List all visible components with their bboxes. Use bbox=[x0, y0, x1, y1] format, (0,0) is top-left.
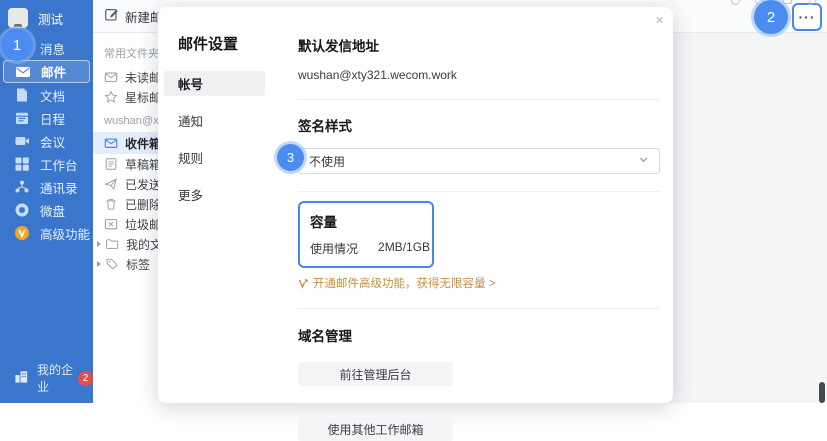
mail-icon bbox=[15, 64, 31, 80]
sidebar-nav: 消息 邮件 文档 日程 bbox=[0, 37, 93, 244]
building-icon bbox=[14, 369, 29, 387]
tag-icon bbox=[105, 257, 119, 271]
settings-tab-more[interactable]: 更多 bbox=[164, 182, 265, 207]
doc-icon bbox=[14, 87, 30, 103]
tab-label: 更多 bbox=[178, 185, 203, 204]
settings-tab-account[interactable]: 帐号 bbox=[164, 71, 265, 96]
tab-label: 帐号 bbox=[178, 74, 203, 93]
annotation-step-1: 1 bbox=[1, 29, 33, 61]
folder-label: 已删除 bbox=[125, 196, 161, 213]
sidebar-item-label: 微盘 bbox=[40, 201, 65, 220]
upgrade-premium-link[interactable]: 开通邮件高级功能，获得无限容量 > bbox=[298, 275, 660, 291]
sent-icon bbox=[104, 177, 118, 191]
more-icon: ··· bbox=[799, 9, 816, 25]
mail-settings-modal: × 邮件设置 帐号 通知 规则 更多 默认发信地址 wushan@xty321.… bbox=[158, 7, 673, 403]
signature-heading: 签名样式 bbox=[298, 115, 660, 135]
settings-tab-notifications[interactable]: 通知 bbox=[164, 108, 265, 133]
sidebar-item-mail[interactable]: 邮件 bbox=[3, 60, 90, 83]
divider bbox=[298, 99, 660, 100]
sidebar-item-premium-features[interactable]: 高级功能 bbox=[0, 222, 93, 244]
divider bbox=[298, 403, 660, 404]
more-options-button[interactable]: ··· bbox=[792, 3, 822, 31]
sidebar-item-label: 日程 bbox=[40, 109, 65, 128]
draft-icon bbox=[104, 157, 118, 171]
star-icon bbox=[104, 90, 118, 104]
workbench-icon bbox=[14, 156, 30, 172]
clipped-toolbar-icon bbox=[731, 0, 740, 5]
settings-tab-rules[interactable]: 规则 bbox=[164, 145, 265, 170]
company-notification-badge: 2 bbox=[78, 371, 93, 386]
usage-value: 2MB/1GB bbox=[378, 240, 430, 257]
sidebar-item-workbench[interactable]: 工作台 bbox=[0, 153, 93, 175]
capacity-heading: 容量 bbox=[310, 211, 432, 231]
folder-icon bbox=[105, 237, 119, 251]
use-other-work-mail-button[interactable]: 使用其他工作邮箱 bbox=[298, 417, 453, 441]
compose-icon bbox=[104, 7, 119, 25]
settings-body: 默认发信地址 wushan@xty321.wecom.work 签名样式 不使用… bbox=[273, 7, 673, 403]
annotation-step-3: 3 bbox=[277, 144, 304, 171]
tab-label: 规则 bbox=[178, 148, 203, 167]
upgrade-link-text: 开通邮件高级功能，获得无限容量 > bbox=[313, 275, 495, 291]
app-screen: 测试 消息 邮件 bbox=[0, 0, 827, 410]
unread-mail-icon bbox=[104, 70, 118, 84]
folder-label: 已发送 bbox=[125, 176, 161, 193]
sidebar-item-label: 高级功能 bbox=[40, 224, 90, 243]
premium-icon bbox=[14, 225, 30, 241]
domain-heading: 域名管理 bbox=[298, 325, 660, 345]
caret-right-icon bbox=[97, 261, 101, 267]
calendar-icon bbox=[14, 110, 30, 126]
junk-mail-icon bbox=[104, 217, 118, 231]
chevron-down-icon bbox=[638, 154, 649, 168]
signature-style-select[interactable]: 不使用 bbox=[298, 148, 660, 174]
sidebar-item-label: 文档 bbox=[40, 86, 65, 105]
sidebar-item-docs[interactable]: 文档 bbox=[0, 84, 93, 106]
default-address-value: wushan@xty321.wecom.work bbox=[298, 68, 660, 82]
folder-label: 草稿箱 bbox=[125, 156, 161, 173]
divider bbox=[298, 308, 660, 309]
caret-right-icon bbox=[97, 241, 101, 247]
divider bbox=[298, 191, 660, 192]
close-icon[interactable]: × bbox=[655, 13, 664, 28]
workspace-avatar[interactable] bbox=[8, 8, 28, 28]
selected-option: 不使用 bbox=[309, 153, 345, 170]
inbox-icon bbox=[104, 136, 118, 150]
folder-label: 收件箱 bbox=[125, 135, 161, 152]
premium-upgrade-icon bbox=[298, 278, 309, 289]
default-address-heading: 默认发信地址 bbox=[298, 35, 660, 55]
sidebar-item-label: 消息 bbox=[40, 39, 65, 58]
trash-icon bbox=[104, 197, 118, 211]
tab-label: 通知 bbox=[178, 111, 203, 130]
settings-nav: 邮件设置 帐号 通知 规则 更多 bbox=[158, 7, 273, 403]
scrollbar-thumb[interactable] bbox=[819, 382, 825, 403]
annotation-step-2: 2 bbox=[754, 0, 788, 34]
topbar-right: ··· bbox=[792, 0, 822, 33]
sidebar-item-label: 会议 bbox=[40, 132, 65, 151]
go-admin-console-button[interactable]: 前往管理后台 bbox=[298, 362, 453, 386]
sidebar-item-my-company[interactable]: 我的企业 2 bbox=[0, 361, 93, 395]
folder-label: 标签 bbox=[126, 256, 150, 273]
my-company-label: 我的企业 bbox=[37, 361, 73, 395]
sidebar-item-label: 邮件 bbox=[41, 62, 66, 81]
contacts-icon bbox=[14, 179, 30, 195]
usage-label: 使用情况 bbox=[310, 240, 358, 257]
meeting-icon bbox=[14, 133, 30, 149]
sidebar-item-contacts[interactable]: 通讯录 bbox=[0, 176, 93, 198]
capacity-highlight-box: 容量 使用情况 2MB/1GB bbox=[298, 201, 434, 268]
sidebar-item-label: 通讯录 bbox=[40, 178, 78, 197]
workspace-name: 测试 bbox=[38, 9, 63, 28]
sidebar-item-calendar[interactable]: 日程 bbox=[0, 107, 93, 129]
drive-icon bbox=[14, 202, 30, 218]
sidebar-item-label: 工作台 bbox=[40, 155, 78, 174]
settings-title: 邮件设置 bbox=[178, 33, 273, 54]
sidebar-item-drive[interactable]: 微盘 bbox=[0, 199, 93, 221]
clipped-toolbar-icon bbox=[783, 0, 792, 4]
workspace-row[interactable]: 测试 bbox=[0, 0, 93, 30]
sidebar-item-meeting[interactable]: 会议 bbox=[0, 130, 93, 152]
